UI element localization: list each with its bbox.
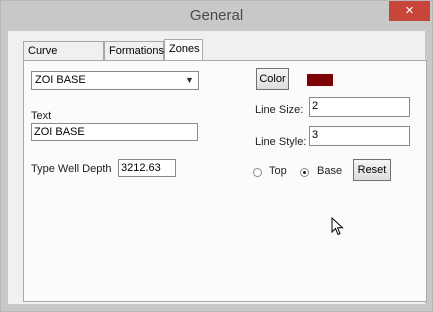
chevron-down-icon[interactable]: ▼ xyxy=(182,73,197,88)
color-swatch xyxy=(307,74,333,86)
text-input[interactable]: ZOI BASE xyxy=(31,123,198,141)
text-label: Text xyxy=(31,110,52,122)
dialog-window: General × Curve Settings Formations Zone… xyxy=(0,0,433,312)
line-size-label: Line Size: xyxy=(255,104,304,116)
line-style-label: Line Style: xyxy=(255,136,307,148)
window-border-left xyxy=(1,31,8,311)
close-button[interactable]: × xyxy=(389,1,430,21)
type-well-depth-input[interactable]: 3212.63 xyxy=(118,159,176,177)
window-title: General xyxy=(189,7,244,24)
tab-formations[interactable]: Formations xyxy=(104,41,164,60)
tab-zones[interactable]: Zones xyxy=(164,39,203,61)
zone-select[interactable]: ZOI BASE ▼ xyxy=(31,71,199,90)
line-style-input[interactable]: 3 xyxy=(309,126,410,146)
zone-select-value: ZOI BASE xyxy=(35,74,86,86)
window-border-bottom xyxy=(1,304,432,311)
line-size-input[interactable]: 2 xyxy=(309,97,410,117)
type-well-depth-label: Type Well Depth xyxy=(31,163,112,175)
base-radio[interactable] xyxy=(300,168,309,177)
top-radio[interactable] xyxy=(253,168,262,177)
mouse-cursor-icon xyxy=(331,217,344,236)
reset-button[interactable]: Reset xyxy=(353,159,391,181)
top-radio-label[interactable]: Top xyxy=(269,165,287,177)
tab-curve-settings[interactable]: Curve Settings xyxy=(23,41,104,76)
color-button[interactable]: Color xyxy=(256,68,289,90)
title-bar[interactable]: General × xyxy=(1,1,432,31)
base-radio-label[interactable]: Base xyxy=(317,165,342,177)
zones-panel: ZOI BASE ▼ Text ZOI BASE Type Well Depth… xyxy=(23,60,427,302)
